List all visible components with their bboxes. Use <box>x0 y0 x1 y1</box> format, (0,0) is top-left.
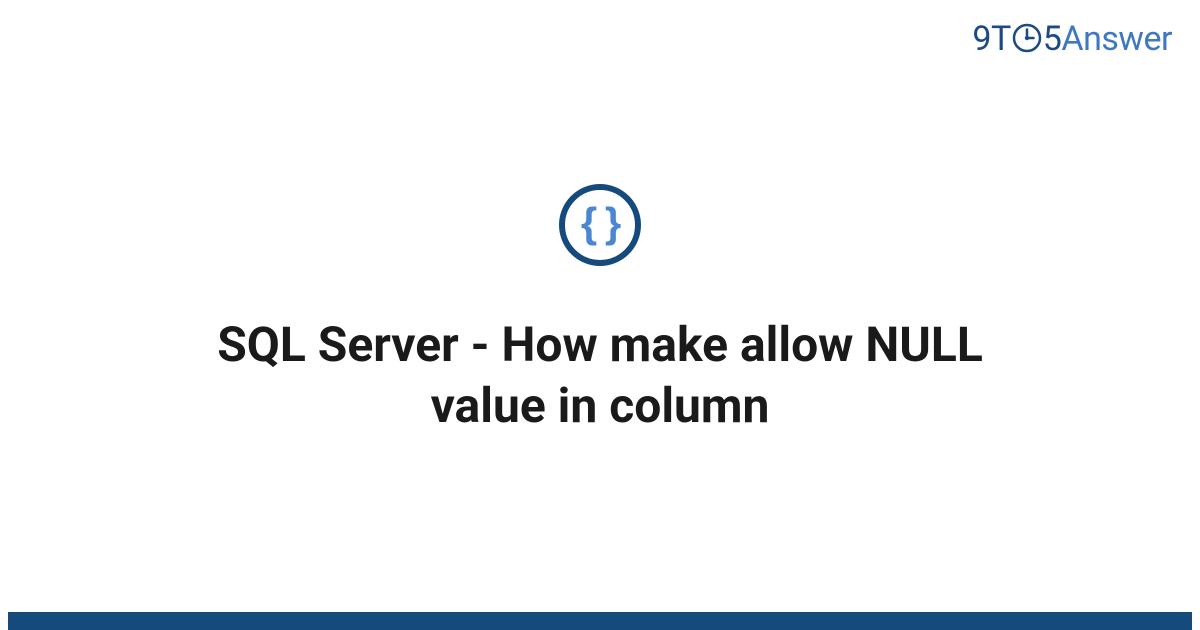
code-braces-icon: { } <box>559 184 641 266</box>
page-title: SQL Server - How make allow NULL value i… <box>150 314 1050 437</box>
footer-accent-bar <box>8 612 1192 630</box>
code-icon-glyph: { } <box>581 202 619 244</box>
page-icon-wrapper: { } <box>559 184 641 266</box>
main-content: { } SQL Server - How make allow NULL val… <box>0 0 1200 630</box>
